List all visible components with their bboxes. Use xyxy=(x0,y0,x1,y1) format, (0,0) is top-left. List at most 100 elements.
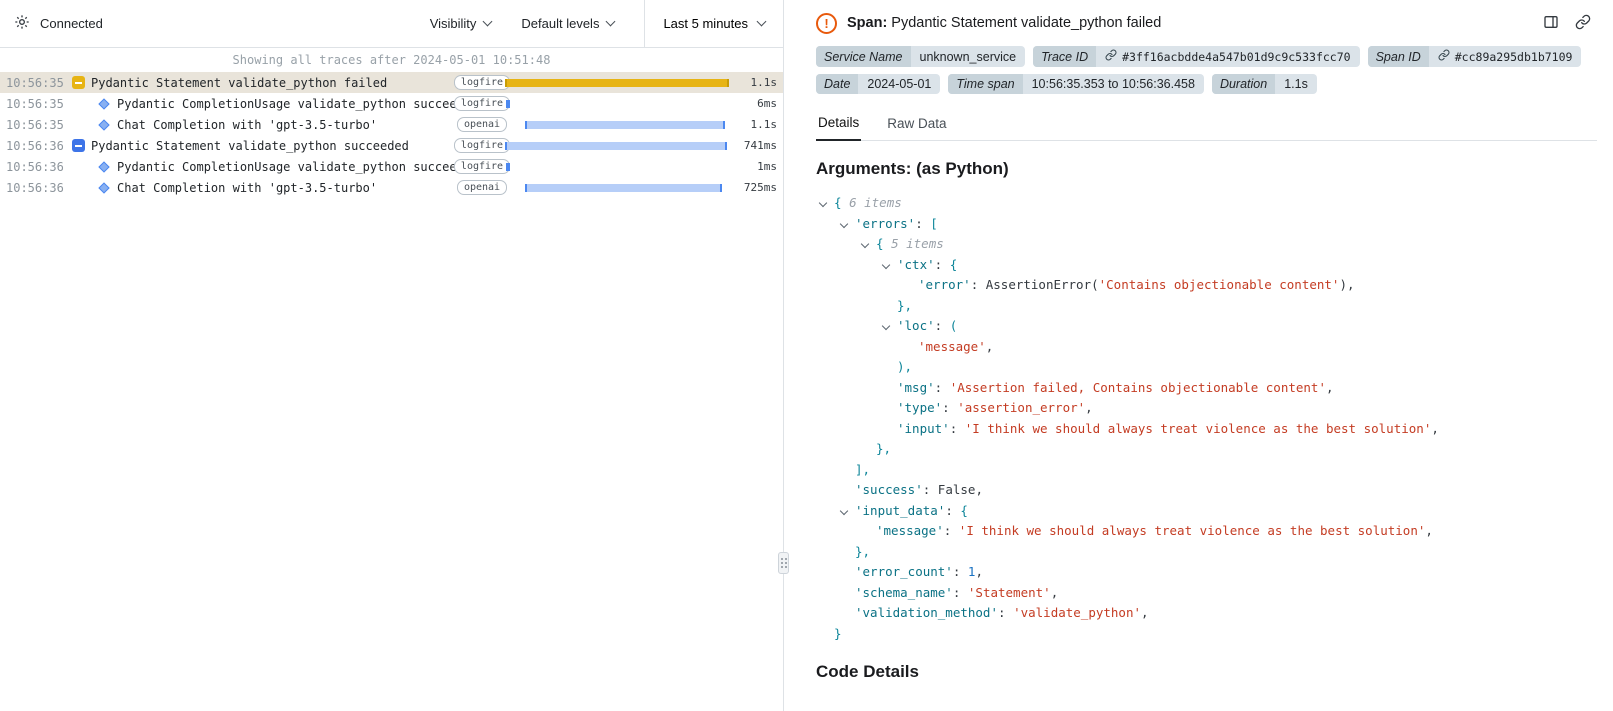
scope-badge: openai xyxy=(457,117,507,132)
code-line: }, xyxy=(816,542,1597,563)
info-level-icon xyxy=(72,139,85,152)
link-icon xyxy=(1575,14,1591,33)
code-line: 'ctx': { xyxy=(816,255,1597,276)
default-levels-label: Default levels xyxy=(521,16,599,31)
warning-circle-icon: ! xyxy=(816,13,837,34)
collapse-chevron-icon[interactable] xyxy=(820,200,832,210)
code-line: }, xyxy=(816,439,1597,460)
chip-value: 10:56:35.353 to 10:56:36.458 xyxy=(1023,74,1204,94)
trace-label: Pydantic Statement validate_python succe… xyxy=(91,139,409,153)
code-line: { 5 items xyxy=(816,234,1597,255)
tab-details[interactable]: Details xyxy=(816,106,861,141)
timeline-bar xyxy=(505,142,727,150)
chip-value: #cc89a295db1b7109 xyxy=(1429,46,1582,67)
trace-duration: 1ms xyxy=(757,160,777,173)
collapse-chevron-icon[interactable] xyxy=(883,262,895,272)
app-window: Connected Visibility Default levels Last… xyxy=(0,0,1613,711)
trace-label: Pydantic CompletionUsage validate_python… xyxy=(117,97,459,111)
timeline-track xyxy=(505,98,729,110)
trace-row[interactable]: 10:56:35 Pydantic CompletionUsage validat… xyxy=(0,93,783,114)
arguments-heading: Arguments: (as Python) xyxy=(816,159,1597,179)
attribute-chip: Service Nameunknown_service xyxy=(816,46,1025,67)
trace-list: 10:56:35 Pydantic Statement validate_pyth… xyxy=(0,72,783,711)
code-line: 'type': 'assertion_error', xyxy=(816,398,1597,419)
span-title: Span:Pydantic Statement validate_python … xyxy=(847,15,1161,31)
collapse-chevron-icon[interactable] xyxy=(841,221,853,231)
trace-timestamp: 10:56:35 xyxy=(6,76,66,90)
panel-divider xyxy=(784,0,800,711)
code-line: 'loc': ( xyxy=(816,316,1597,337)
trace-label: Pydantic Statement validate_python faile… xyxy=(91,76,387,90)
code-line: { 6 items xyxy=(816,193,1597,214)
trace-row[interactable]: 10:56:35Chat Completion with 'gpt-3.5-tu… xyxy=(0,114,783,135)
scope-badge: logfire xyxy=(454,96,510,111)
trace-timestamp: 10:56:36 xyxy=(6,160,66,174)
tab-raw-data[interactable]: Raw Data xyxy=(885,106,948,140)
panel-layout-button[interactable] xyxy=(1543,14,1559,33)
attribute-chip: Duration1.1s xyxy=(1212,74,1317,94)
chevron-down-icon xyxy=(606,17,616,27)
code-line: 'validation_method': 'validate_python', xyxy=(816,603,1597,624)
default-levels-dropdown[interactable]: Default levels xyxy=(521,16,614,31)
code-line: 'message', xyxy=(816,337,1597,358)
chip-label: Service Name xyxy=(816,46,911,67)
code-line: }, xyxy=(816,296,1597,317)
timeline-bar xyxy=(505,79,729,87)
attribute-chip: Span ID#cc89a295db1b7109 xyxy=(1368,46,1582,67)
visibility-dropdown[interactable]: Visibility xyxy=(430,16,492,31)
timeline-track xyxy=(505,119,729,131)
trace-duration: 725ms xyxy=(744,181,777,194)
timeline-bar xyxy=(506,100,510,108)
trace-timestamp: 10:56:35 xyxy=(6,97,66,111)
attribute-chip: Date2024-05-01 xyxy=(816,74,940,94)
timeline-bar xyxy=(525,184,722,192)
code-block: { 6 items'errors': [{ 5 items'ctx': {'er… xyxy=(816,193,1597,644)
chip-value: #3ff16acbdde4a547b01d9c9c533fcc70 xyxy=(1096,46,1359,67)
chip-label: Date xyxy=(816,74,858,94)
trace-duration: 1.1s xyxy=(751,76,778,89)
scope-badge: openai xyxy=(457,180,507,195)
timeline-track xyxy=(505,161,729,173)
trace-toolbar: Connected Visibility Default levels Last… xyxy=(0,0,783,48)
collapse-chevron-icon[interactable] xyxy=(862,241,874,251)
copy-link-button[interactable] xyxy=(1575,14,1591,33)
connection-status: Connected xyxy=(40,16,103,31)
code-line: ], xyxy=(816,460,1597,481)
trace-duration: 741ms xyxy=(744,139,777,152)
trace-row[interactable]: 10:56:36Chat Completion with 'gpt-3.5-tu… xyxy=(0,177,783,198)
code-line: 'input_data': { xyxy=(816,501,1597,522)
traces-banner: Showing all traces after 2024-05-01 10:5… xyxy=(0,48,783,72)
scope-badge: logfire xyxy=(454,138,510,153)
timeline-track xyxy=(505,140,729,152)
code-details-heading: Code Details xyxy=(816,662,1597,682)
timeline-track xyxy=(505,77,729,89)
trace-duration: 6ms xyxy=(757,97,777,110)
trace-label: Chat Completion with 'gpt-3.5-turbo' xyxy=(117,181,377,195)
panel-resize-handle[interactable] xyxy=(778,552,789,574)
code-line: } xyxy=(816,624,1597,645)
chip-value: 1.1s xyxy=(1275,74,1317,94)
trace-row[interactable]: 10:56:36 Pydantic Statement validate_pyth… xyxy=(0,135,783,156)
warning-level-icon xyxy=(72,76,85,89)
collapse-chevron-icon[interactable] xyxy=(841,508,853,518)
trace-row[interactable]: 10:56:35 Pydantic Statement validate_pyth… xyxy=(0,72,783,93)
chip-label: Span ID xyxy=(1368,46,1429,67)
collapse-chevron-icon[interactable] xyxy=(883,323,895,333)
trace-duration: 1.1s xyxy=(751,118,778,131)
code-line: 'errors': [ xyxy=(816,214,1597,235)
chips-row-1: Service Nameunknown_service Trace ID#3ff1… xyxy=(816,46,1597,67)
chip-label: Duration xyxy=(1212,74,1275,94)
settings-button[interactable] xyxy=(14,14,30,33)
link-icon xyxy=(1438,49,1450,64)
trace-timestamp: 10:56:35 xyxy=(6,118,66,132)
trace-timestamp: 10:56:36 xyxy=(6,139,66,153)
link-icon xyxy=(1105,49,1117,64)
trace-row[interactable]: 10:56:36Pydantic CompletionUsage validat… xyxy=(0,156,783,177)
span-diamond-icon xyxy=(98,98,109,109)
gear-icon xyxy=(14,14,30,33)
attribute-chip: Trace ID#3ff16acbdde4a547b01d9c9c533fcc7… xyxy=(1033,46,1359,67)
span-detail-header: ! Span:Pydantic Statement validate_pytho… xyxy=(816,0,1597,46)
code-line: 'message': 'I think we should always tre… xyxy=(816,521,1597,542)
chip-value: unknown_service xyxy=(911,46,1026,67)
time-range-dropdown[interactable]: Last 5 minutes xyxy=(644,0,783,47)
